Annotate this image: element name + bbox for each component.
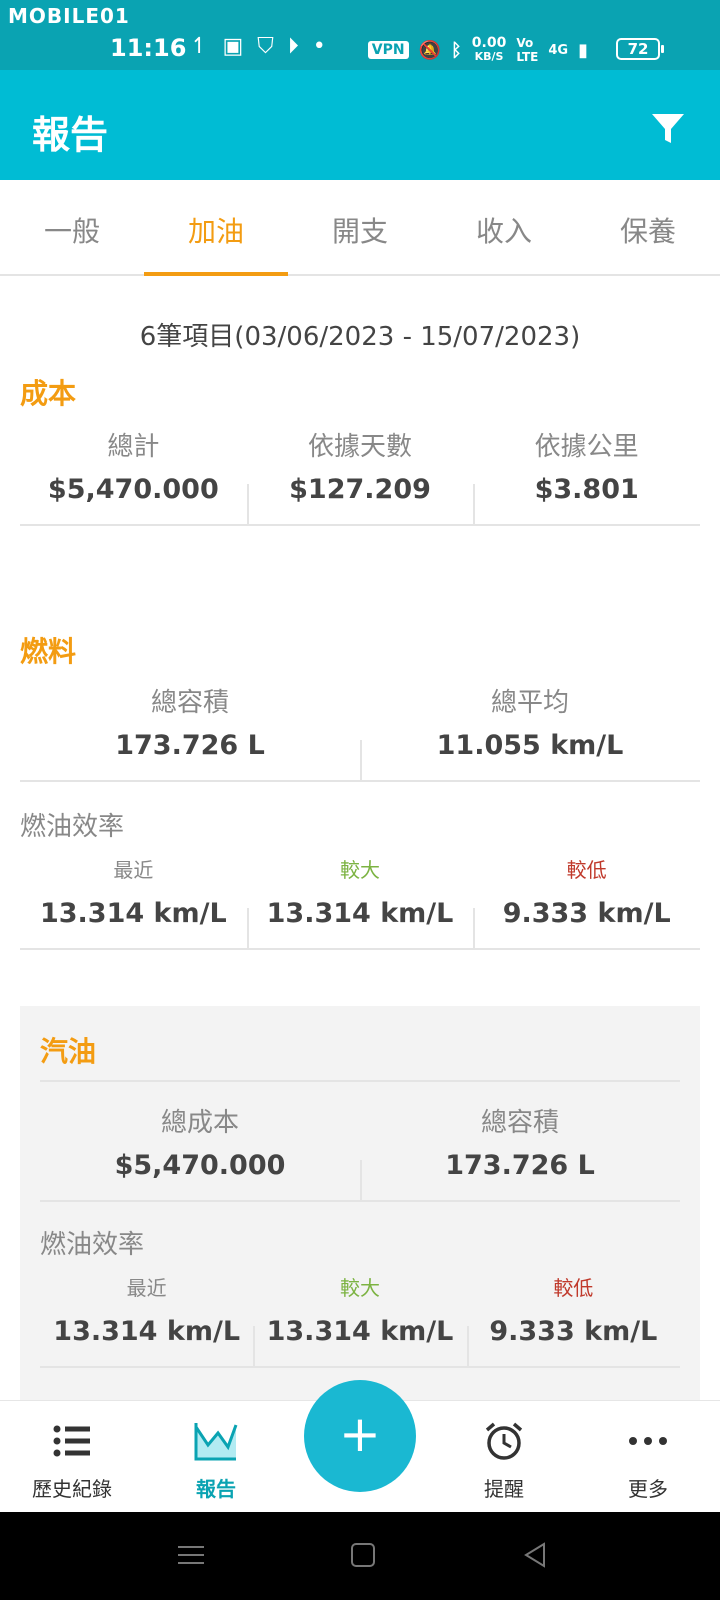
add-record-button[interactable]: +	[304, 1380, 416, 1492]
gasoline-efficiency-max: 較大 13.314 km/L	[253, 1272, 466, 1366]
gasoline-title: 汽油	[40, 1035, 97, 1068]
back-icon[interactable]	[522, 1542, 548, 1568]
gasoline-total-cost: 總成本 $5,470.000	[40, 1102, 360, 1200]
home-icon[interactable]	[350, 1542, 376, 1568]
status-bar: MOBILE01 11:16 ↿ ▣ ⛉ ⏵ • VPN 🔕 ᛒ 0.00 KB…	[0, 0, 720, 70]
fuel-total-average: 總平均 11.055 km/L	[360, 682, 700, 780]
gasoline-cost-label: 總成本	[160, 1108, 239, 1138]
cost-total: 總計 $5,470.000	[20, 426, 247, 524]
play-icon: ⏵	[287, 34, 299, 59]
signal-icon: ▮	[578, 39, 588, 61]
mute-icon: 🔕	[418, 39, 441, 61]
fuel-average-value: 11.055 km/L	[436, 730, 624, 761]
gasoline-recent-value: 13.314 km/L	[53, 1316, 241, 1347]
network-type: 4G	[548, 42, 569, 58]
volte-icon: Vo LTE	[516, 36, 539, 64]
gasoline-max-label: 較大	[339, 1276, 380, 1300]
cost-per-day-label: 依據天數	[308, 432, 413, 462]
gasoline-min-value: 9.333 km/L	[489, 1316, 658, 1347]
alarm-clock-icon	[432, 1419, 576, 1463]
gasoline-min-label: 較低	[553, 1276, 594, 1300]
nav-reports[interactable]: 報告	[144, 1401, 288, 1512]
cost-per-km-label: 依據公里	[534, 432, 639, 462]
cost-per-day: 依據天數 $127.209	[246, 426, 474, 524]
shield-icon: ⛉	[257, 34, 274, 59]
fuel-efficiency-row: 最近 13.314 km/L 較大 13.314 km/L 較低 9.333 k…	[20, 854, 700, 950]
efficiency-min-label: 較低	[566, 858, 607, 882]
report-tabs: 一般 加油 開支 收入 保養	[0, 180, 720, 276]
gasoline-efficiency-recent: 最近 13.314 km/L	[40, 1272, 253, 1366]
tab-maintenance[interactable]: 保養	[576, 180, 720, 274]
list-icon	[0, 1419, 144, 1463]
gasoline-volume-value: 173.726 L	[445, 1150, 595, 1181]
cost-section-title: 成本	[20, 377, 77, 410]
efficiency-max-value: 13.314 km/L	[266, 898, 454, 929]
fuel-volume-label: 總容積	[150, 688, 229, 718]
nav-more-label: 更多	[628, 1477, 668, 1501]
gasoline-total-volume: 總容積 173.726 L	[360, 1102, 680, 1200]
nav-more[interactable]: 更多	[576, 1401, 720, 1512]
speed-unit: KB/S	[474, 50, 504, 63]
efficiency-recent-value: 13.314 km/L	[39, 898, 227, 929]
efficiency-recent: 最近 13.314 km/L	[20, 854, 247, 948]
system-nav-bar	[0, 1512, 720, 1600]
page-title: 報告	[32, 113, 109, 157]
cost-per-km-value: $3.801	[534, 474, 639, 505]
dot-icon: •	[312, 34, 326, 59]
gasoline-cost-value: $5,470.000	[114, 1150, 286, 1181]
tab-expense[interactable]: 開支	[288, 180, 432, 274]
gasoline-divider	[40, 1080, 680, 1082]
fuel-efficiency-title: 燃油效率	[20, 812, 125, 842]
cost-total-label: 總計	[107, 432, 160, 462]
nav-reminders[interactable]: 提醒	[432, 1401, 576, 1512]
app-bar: 報告	[0, 70, 720, 180]
nav-reminders-label: 提醒	[484, 1477, 524, 1501]
efficiency-min-value: 9.333 km/L	[502, 898, 671, 929]
chart-icon	[144, 1419, 288, 1463]
status-time: 11:16	[110, 34, 187, 62]
cost-per-km: 依據公里 $3.801	[473, 426, 700, 524]
tab-income[interactable]: 收入	[432, 180, 576, 274]
tab-refuel[interactable]: 加油	[144, 180, 288, 276]
app-notification-icon: ▣	[222, 34, 244, 59]
tab-general[interactable]: 一般	[0, 180, 144, 274]
nav-reports-label: 報告	[196, 1477, 236, 1501]
efficiency-min: 較低 9.333 km/L	[473, 854, 700, 948]
records-summary: 6筆項目(03/06/2023 - 15/07/2023)	[139, 322, 581, 352]
fuel-volume-value: 173.726 L	[115, 730, 265, 761]
efficiency-max-label: 較大	[340, 858, 380, 882]
efficiency-max: 較大 13.314 km/L	[246, 854, 474, 948]
cost-row: 總計 $5,470.000 依據天數 $127.209 依據公里 $3.801	[20, 426, 700, 526]
fuel-section-title: 燃料	[20, 635, 77, 668]
vpn-badge: VPN	[367, 41, 409, 59]
gasoline-efficiency-title: 燃油效率	[40, 1230, 145, 1260]
cost-total-value: $5,470.000	[47, 474, 219, 505]
notification-icon-1: ↿	[190, 34, 209, 59]
notification-icons: ↿ ▣ ⛉ ⏵ •	[190, 34, 326, 59]
filter-icon[interactable]	[650, 110, 686, 146]
fuel-average-label: 總平均	[490, 688, 569, 718]
fuel-total-volume: 總容積 173.726 L	[20, 682, 360, 780]
gasoline-max-value: 13.314 km/L	[266, 1316, 454, 1347]
efficiency-recent-label: 最近	[113, 858, 154, 882]
gasoline-card: 汽油 總成本 $5,470.000 總容積 173.726 L 燃油效率 最近 …	[20, 1006, 700, 1406]
cost-per-day-value: $127.209	[289, 474, 431, 505]
recents-icon[interactable]	[178, 1542, 204, 1568]
watermark: MOBILE01	[8, 4, 130, 28]
bluetooth-icon: ᛒ	[450, 39, 462, 61]
gasoline-efficiency-row: 最近 13.314 km/L 較大 13.314 km/L 較低 9.333 k…	[40, 1272, 680, 1368]
gasoline-recent-label: 最近	[126, 1276, 167, 1300]
gasoline-volume-label: 總容積	[480, 1108, 559, 1138]
gasoline-efficiency-min: 較低 9.333 km/L	[466, 1272, 680, 1366]
more-dots-icon	[576, 1419, 720, 1463]
gasoline-row: 總成本 $5,470.000 總容積 173.726 L	[40, 1102, 680, 1202]
fuel-row: 總容積 173.726 L 總平均 11.055 km/L	[20, 682, 700, 782]
status-right: VPN 🔕 ᛒ 0.00 KB/S Vo LTE 4G ▮	[367, 35, 654, 64]
network-speed: 0.00 KB/S	[471, 35, 507, 63]
nav-history-label: 歷史紀錄	[32, 1477, 112, 1501]
battery-icon: 72	[616, 38, 664, 60]
speed-value: 0.00	[471, 35, 507, 51]
nav-history[interactable]: 歷史紀錄	[0, 1401, 144, 1512]
